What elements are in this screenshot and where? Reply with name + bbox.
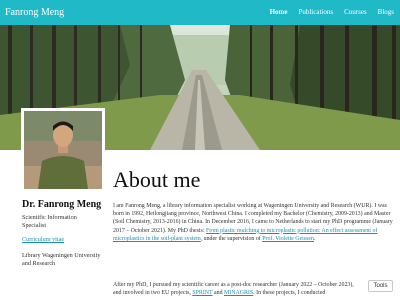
person-name: Dr. Fanrong Meng <box>22 199 102 210</box>
about-text-part-3: . <box>313 235 316 242</box>
about-paragraph-1: I am Fanrong Meng, a library information… <box>113 202 395 243</box>
person-role: Scientific Information Specialist <box>22 214 77 229</box>
nav-links: Home Publications Courses Blogs <box>259 8 394 16</box>
curriculum-vitae-link[interactable]: Curriculum vitae <box>22 236 112 243</box>
sprint-project-link[interactable]: SPRINT <box>192 290 212 296</box>
affiliation: Library Wageningen University and Resear… <box>22 252 101 267</box>
about-paragraph-2: After my PhD, I pursued my scientific ca… <box>113 281 361 297</box>
profile-sidebar: Dr. Fanrong Meng Scientific Information … <box>22 199 112 268</box>
nav-home-link[interactable]: Home <box>270 8 288 16</box>
nav-courses-link[interactable]: Courses <box>344 8 367 16</box>
nav-blogs-link[interactable]: Blogs <box>378 8 394 16</box>
page-title: About me <box>113 167 201 192</box>
nav-publications-link[interactable]: Publications <box>298 8 333 16</box>
top-navigation-bar: Fanrong Meng Home Publications Courses B… <box>0 0 400 25</box>
para2-text-part-3: . In these projects, I conducted <box>253 290 326 297</box>
about-text-part-2: , under the supervision of <box>200 235 263 242</box>
supervisor-link[interactable]: Prof. Violette Geissen <box>262 236 314 242</box>
site-title[interactable]: Fanrong Meng <box>5 7 64 18</box>
minagris-project-link[interactable]: MINAGRIS <box>224 290 253 296</box>
tools-button[interactable]: Tools <box>368 280 393 292</box>
para2-text-part-2: and <box>212 290 225 297</box>
profile-photo <box>21 108 105 192</box>
